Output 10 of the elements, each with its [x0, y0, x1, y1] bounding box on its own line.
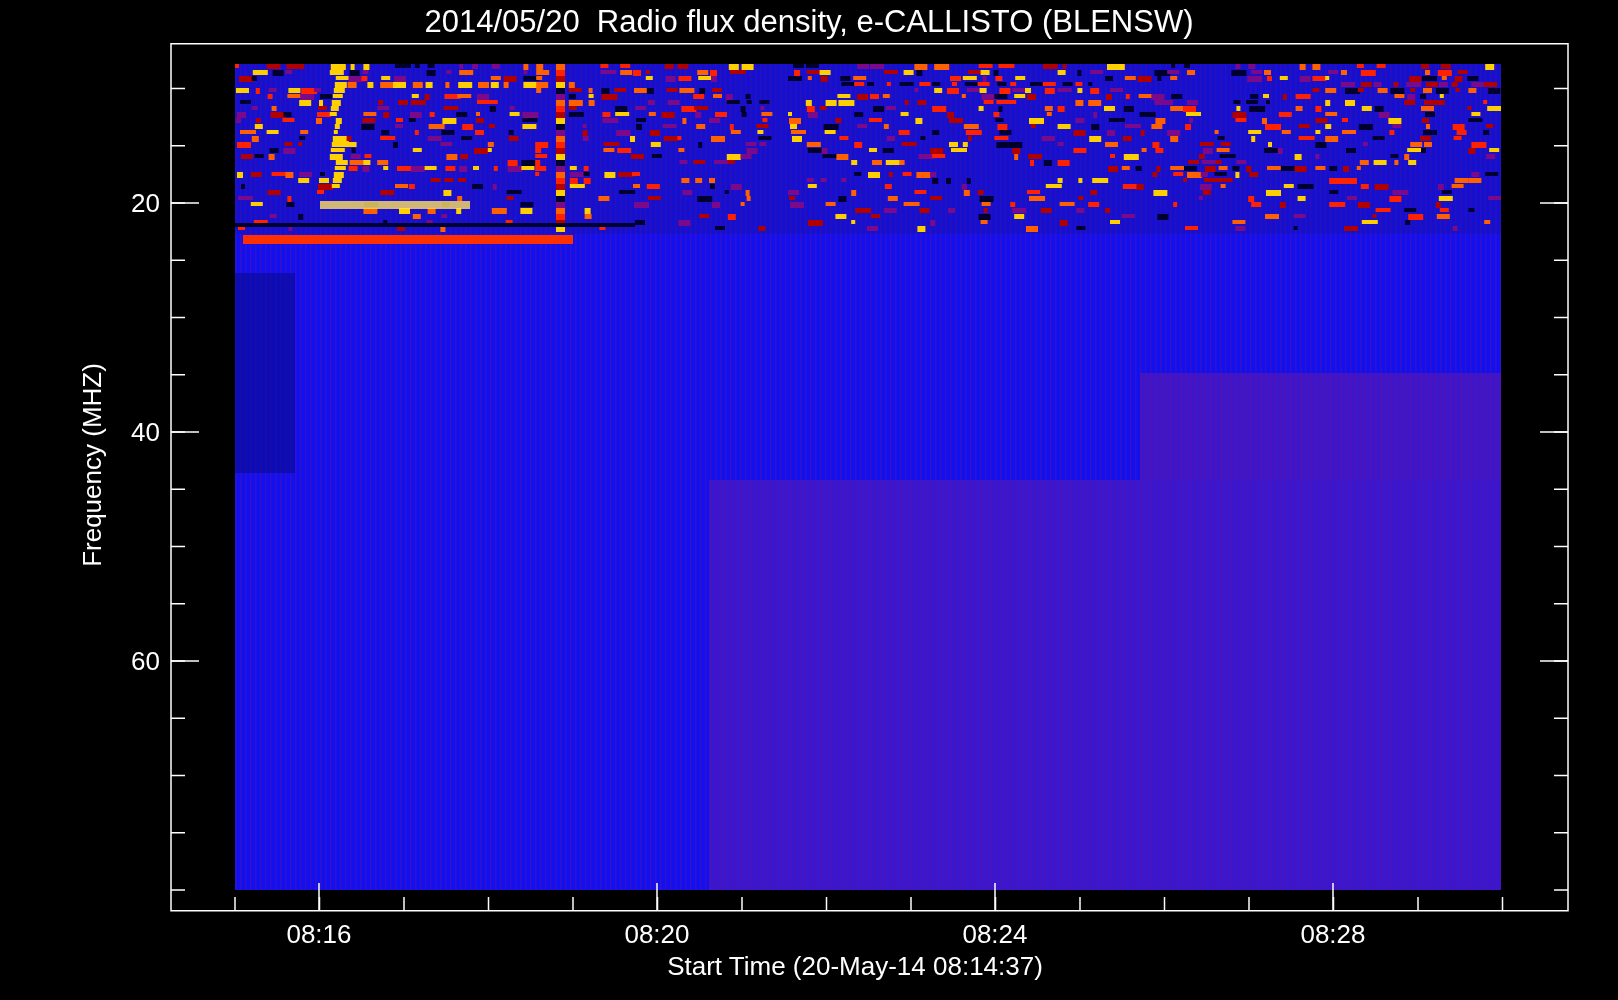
- axis-title: Start Time (20-May-14 08:14:37): [667, 951, 1043, 981]
- chart-title: 2014/05/20 Radio flux density, e-CALLISTO (BLENSW): [424, 6, 1194, 37]
- axis-tick-label: 40: [131, 417, 160, 447]
- axis-tick-label: 08:20: [624, 919, 690, 949]
- axis-tick-label: 20: [131, 188, 160, 218]
- axis-title: Frequency (MHZ): [77, 363, 107, 567]
- axis-tick-label: 08:24: [962, 919, 1028, 949]
- axis-tick-label: 08:28: [1300, 919, 1366, 949]
- axis-tick-label: 08:16: [286, 919, 352, 949]
- axis-tick-label: 60: [131, 646, 160, 676]
